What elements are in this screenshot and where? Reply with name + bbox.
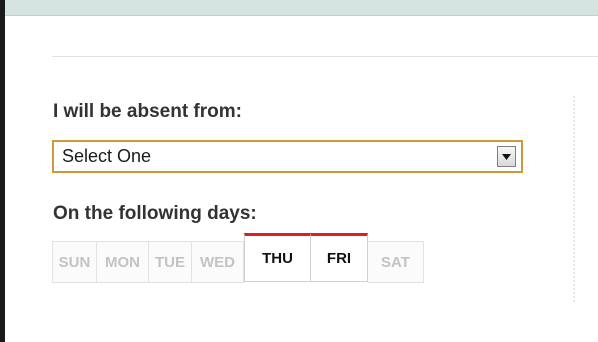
window-left-border (0, 0, 5, 342)
section-divider (52, 56, 598, 57)
header-band (5, 0, 598, 16)
day-toggle-thu[interactable]: THU (244, 233, 311, 282)
day-toggle-fri[interactable]: FRI (311, 233, 368, 282)
day-toggle-wed[interactable]: WED (192, 241, 244, 283)
day-selector: SUN MON TUE WED THU FRI SAT (52, 233, 424, 285)
select-value: Select One (62, 146, 152, 166)
column-separator (573, 96, 575, 302)
following-days-label: On the following days: (53, 203, 257, 224)
absent-from-label: I will be absent from: (53, 101, 242, 122)
dropdown-button[interactable] (497, 146, 516, 167)
day-toggle-sun[interactable]: SUN (52, 241, 97, 283)
chevron-down-icon (502, 153, 511, 160)
day-toggle-sat[interactable]: SAT (368, 241, 424, 283)
day-toggle-tue[interactable]: TUE (149, 241, 192, 283)
absence-select[interactable]: Select One (52, 140, 523, 173)
day-toggle-mon[interactable]: MON (97, 241, 149, 283)
